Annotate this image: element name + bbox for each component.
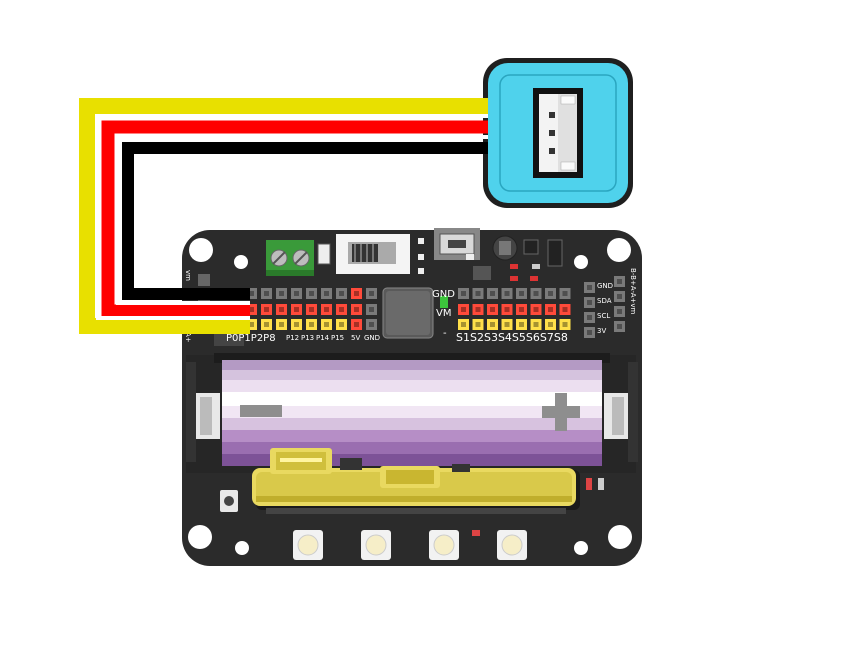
mount-hole bbox=[608, 525, 632, 549]
expansion-board: vm A+ P0P1P2P8 P12 P13 P14 P15 5V GND GN… bbox=[182, 228, 642, 566]
center-vm-label: VM bbox=[436, 308, 451, 319]
pin-label-p14: P14 bbox=[316, 334, 330, 342]
pin-label-p13: P13 bbox=[301, 334, 314, 342]
servo-label: S1S2S3S4S5S6S7S8 bbox=[456, 331, 568, 344]
left-edge-label: vm bbox=[184, 270, 192, 281]
button-cap-icon bbox=[501, 534, 523, 556]
right-label-gnd: GND bbox=[597, 282, 613, 290]
center-gnd-label: GND bbox=[432, 289, 455, 300]
center-minus-label: - bbox=[443, 328, 447, 339]
mount-hole bbox=[189, 238, 213, 262]
left-pin-header bbox=[246, 288, 347, 330]
pin-label-gnd: GND bbox=[364, 334, 380, 342]
power-switch bbox=[336, 234, 410, 274]
pin-label-p12: P12 bbox=[286, 334, 299, 342]
sensor-module bbox=[483, 58, 633, 208]
button-cap-icon bbox=[297, 534, 319, 556]
mount-hole bbox=[188, 525, 212, 549]
pin-label-p15: P15 bbox=[331, 334, 344, 342]
right-label-scl: SCL bbox=[597, 312, 610, 320]
left-pins-label: P0P1P2P8 bbox=[226, 333, 276, 344]
mount-hole bbox=[607, 238, 631, 262]
button-cap-icon bbox=[365, 534, 387, 556]
right-label-sda: SDA bbox=[597, 297, 612, 305]
battery-plus-label: + bbox=[0, 0, 1, 1]
connector-icon bbox=[533, 88, 583, 178]
button-cap-icon bbox=[433, 534, 455, 556]
pin-label-5v: 5V bbox=[351, 334, 360, 342]
right-label-3v: 3V bbox=[597, 327, 606, 335]
battery-minus-icon bbox=[240, 405, 282, 417]
right-vertical-label: B-B+A-A+vm bbox=[629, 268, 637, 315]
wiring-diagram: vm A+ P0P1P2P8 P12 P13 P14 P15 5V GND GN… bbox=[0, 0, 642, 566]
screw-terminal bbox=[266, 240, 314, 276]
